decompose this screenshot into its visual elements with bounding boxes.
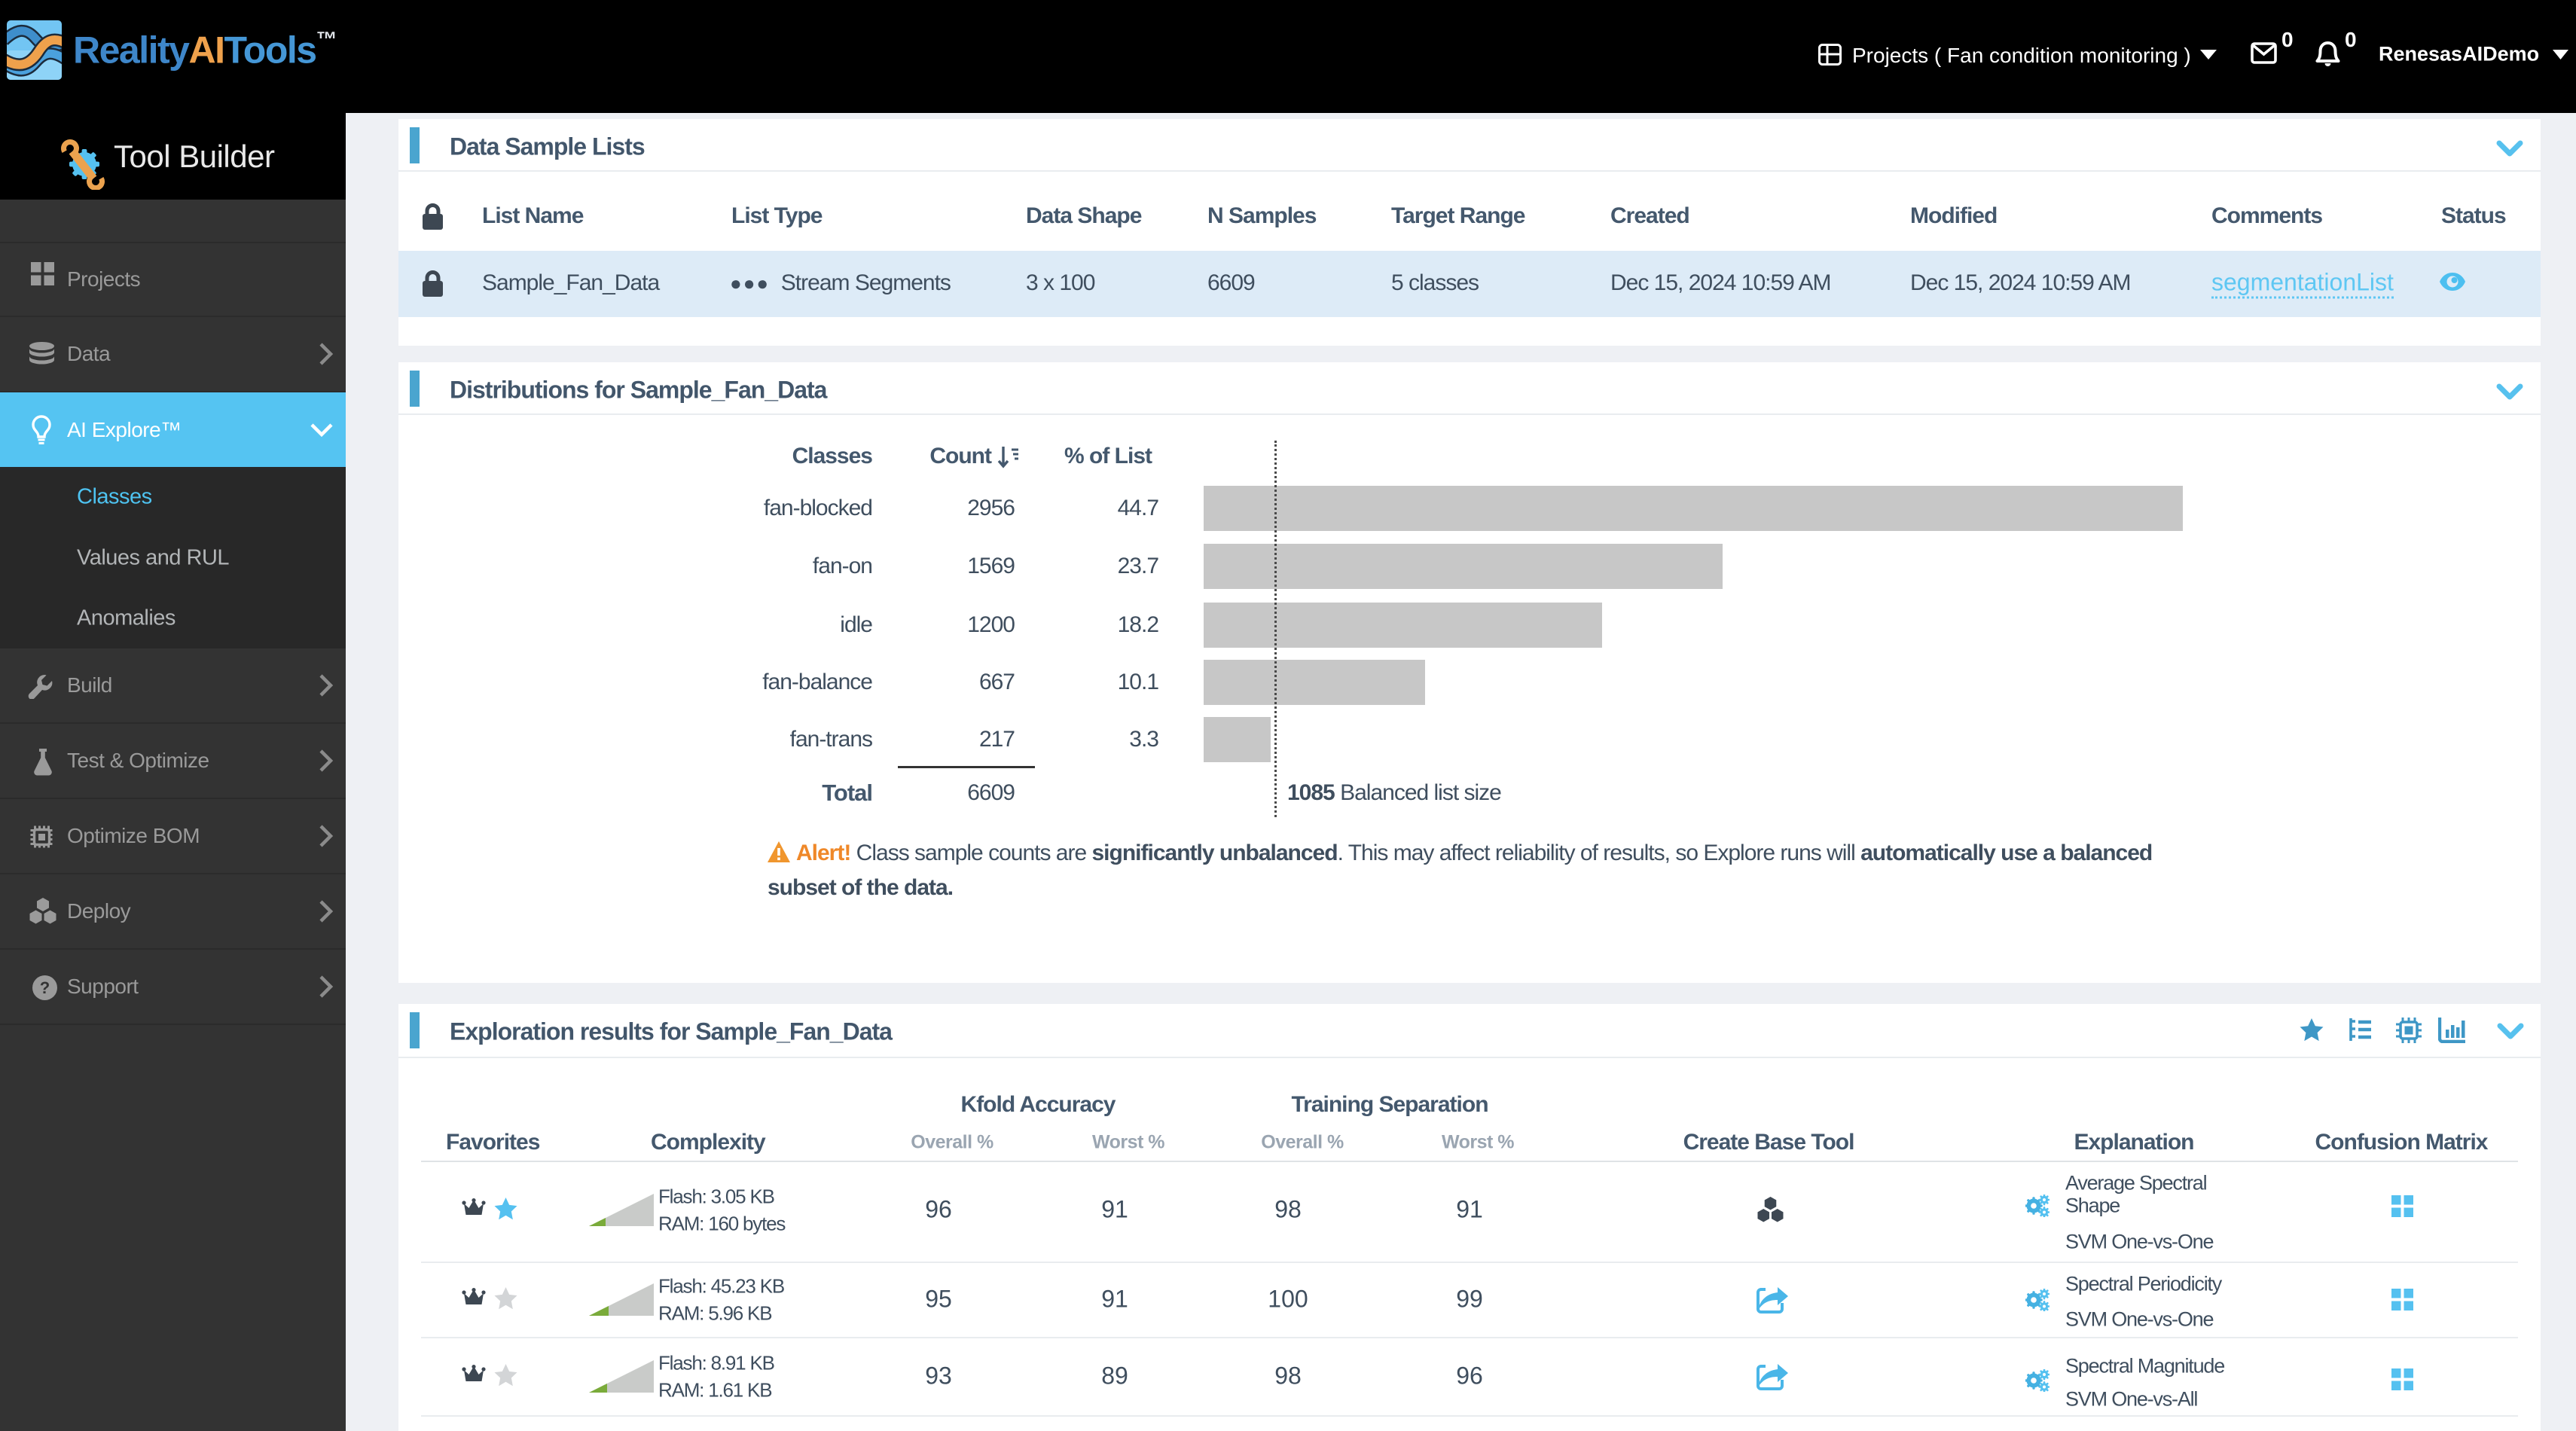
svg-text:?: ?: [40, 978, 50, 997]
